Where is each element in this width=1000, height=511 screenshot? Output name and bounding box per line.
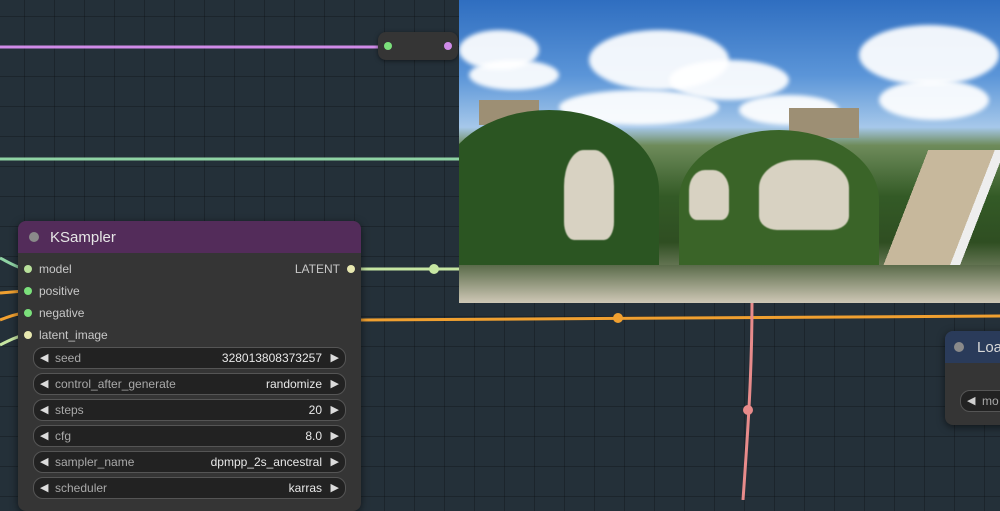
increment-arrow-icon[interactable]: ▶ <box>331 455 339 468</box>
widget-seed[interactable]: ◀ seed 328013808373257 ▶ <box>33 347 346 369</box>
loader-title: Loa <box>977 339 1000 356</box>
slot-dot-icon[interactable] <box>24 265 32 273</box>
collapse-dot-icon[interactable] <box>954 342 964 352</box>
loader-widget[interactable]: ◀ mo <box>960 390 1000 412</box>
slot-label: LATENT <box>294 262 340 276</box>
widget-scheduler[interactable]: ◀ scheduler karras ▶ <box>33 477 346 499</box>
image-preview[interactable] <box>459 0 1000 303</box>
ksampler-header[interactable]: KSampler <box>18 221 361 253</box>
decrement-arrow-icon[interactable]: ◀ <box>40 351 48 364</box>
collapse-dot-icon[interactable] <box>29 232 39 242</box>
cloud-shape <box>469 60 559 90</box>
reroute-input-dot[interactable] <box>384 42 392 50</box>
reroute-output-dot[interactable] <box>444 42 452 50</box>
ksampler-node[interactable]: KSampler model positive negative latent_… <box>18 221 361 511</box>
slot-dot-icon[interactable] <box>24 331 32 339</box>
wire-image[interactable] <box>741 302 754 500</box>
slot-label: latent_image <box>39 328 108 342</box>
vae-reroute-dot[interactable] <box>613 313 623 323</box>
increment-arrow-icon[interactable]: ▶ <box>331 429 339 442</box>
widget-steps[interactable]: ◀ steps 20 ▶ <box>33 399 346 421</box>
cliff-shape <box>564 150 614 240</box>
loader-header[interactable]: Loa <box>945 331 1000 363</box>
increment-arrow-icon[interactable]: ▶ <box>331 403 339 416</box>
increment-arrow-icon[interactable]: ▶ <box>331 351 339 364</box>
increment-arrow-icon[interactable]: ▶ <box>331 377 339 390</box>
valley-floor <box>459 265 1000 303</box>
cliff-shape <box>689 170 729 220</box>
slot-label: negative <box>39 306 85 320</box>
slot-dot-icon[interactable] <box>24 287 32 295</box>
slot-dot-icon[interactable] <box>24 309 32 317</box>
cloud-shape <box>879 80 989 120</box>
decrement-arrow-icon[interactable]: ◀ <box>40 403 48 416</box>
decrement-arrow-icon[interactable]: ◀ <box>40 429 48 442</box>
ksampler-title: KSampler <box>50 229 116 246</box>
widget-control-after-generate[interactable]: ◀ control_after_generate randomize ▶ <box>33 373 346 395</box>
forest-shape <box>459 110 659 270</box>
slot-label: model <box>39 262 72 276</box>
input-slot-latent-image[interactable]: latent_image <box>24 328 108 342</box>
widget-sampler-name[interactable]: ◀ sampler_name dpmpp_2s_ancestral ▶ <box>33 451 346 473</box>
wire-vae[interactable] <box>360 314 1000 322</box>
decrement-arrow-icon[interactable]: ◀ <box>40 455 48 468</box>
decrement-arrow-icon[interactable]: ◀ <box>40 481 48 494</box>
increment-arrow-icon[interactable]: ▶ <box>331 481 339 494</box>
input-slot-negative[interactable]: negative <box>24 306 84 320</box>
reroute-node[interactable] <box>378 32 458 60</box>
cliff-shape <box>759 160 849 230</box>
cloud-shape <box>859 25 999 85</box>
decrement-arrow-icon[interactable]: ◀ <box>967 394 975 407</box>
output-slot-latent[interactable]: LATENT <box>295 262 355 276</box>
input-slot-model[interactable]: model <box>24 262 72 276</box>
latent-reroute-dot[interactable] <box>429 264 439 274</box>
image-reroute-dot[interactable] <box>743 405 753 415</box>
slot-label: positive <box>39 284 80 298</box>
loader-node[interactable]: Loa ◀ mo <box>945 331 1000 425</box>
widget-cfg[interactable]: ◀ cfg 8.0 ▶ <box>33 425 346 447</box>
decrement-arrow-icon[interactable]: ◀ <box>40 377 48 390</box>
input-slot-positive[interactable]: positive <box>24 284 80 298</box>
slot-dot-icon[interactable] <box>347 265 355 273</box>
